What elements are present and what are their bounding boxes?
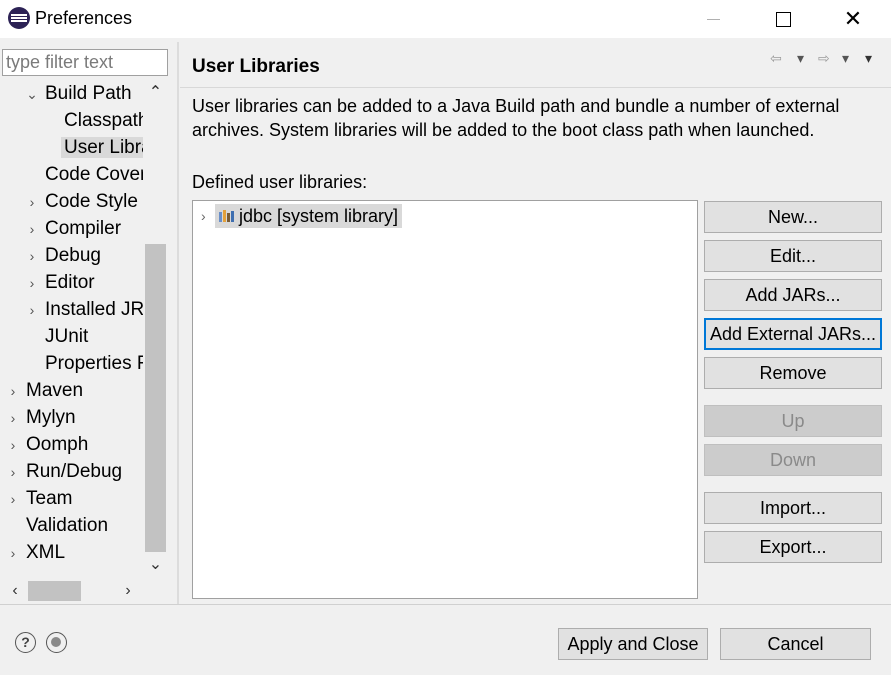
panel-divider[interactable] bbox=[177, 42, 179, 604]
tree-item-label: Classpath bbox=[64, 110, 143, 131]
tree-item-installed-jres[interactable]: › Installed JR bbox=[26, 297, 143, 323]
tree-item-label: Code Cover bbox=[45, 164, 143, 185]
tree-item-label: Run/Debug bbox=[26, 461, 123, 482]
scroll-thumb[interactable] bbox=[145, 244, 166, 552]
tree-item-label: Oomph bbox=[26, 434, 89, 455]
minimize-button[interactable] bbox=[690, 0, 736, 38]
title-bar: Preferences ✕ bbox=[0, 0, 891, 38]
chevron-down-icon[interactable]: ⌄ bbox=[26, 81, 38, 107]
chevron-right-icon[interactable]: › bbox=[26, 216, 38, 242]
cancel-button[interactable]: Cancel bbox=[720, 628, 871, 660]
tree-item-compiler[interactable]: › Compiler bbox=[26, 216, 121, 242]
tree-item-validation[interactable]: Validation bbox=[26, 513, 108, 539]
close-button[interactable]: ✕ bbox=[830, 0, 876, 38]
tree-item-label: Mylyn bbox=[26, 407, 76, 428]
tree-item-build-path[interactable]: ⌄ Build Path bbox=[26, 81, 132, 107]
record-icon[interactable] bbox=[46, 632, 67, 653]
tree-item-label: Installed JR bbox=[45, 299, 143, 320]
tree-item-oomph[interactable]: › Oomph bbox=[7, 432, 89, 458]
library-icon bbox=[219, 210, 234, 222]
tree-item-label: Properties F bbox=[45, 353, 143, 374]
tree-item-xml[interactable]: › XML bbox=[7, 540, 65, 566]
window-title: Preferences bbox=[35, 8, 133, 28]
library-label: jdbc [system library] bbox=[215, 204, 403, 228]
tree-item-junit[interactable]: JUnit bbox=[45, 324, 88, 350]
chevron-right-icon[interactable]: › bbox=[7, 432, 19, 458]
tree-item-label: Maven bbox=[26, 380, 84, 401]
remove-button[interactable]: Remove bbox=[704, 357, 882, 389]
chevron-right-icon[interactable]: › bbox=[26, 297, 38, 323]
tree-item-team[interactable]: › Team bbox=[7, 486, 73, 512]
footer-divider bbox=[0, 604, 891, 605]
chevron-right-icon[interactable]: › bbox=[7, 540, 19, 566]
maximize-button[interactable] bbox=[760, 0, 806, 38]
filter-input[interactable] bbox=[2, 49, 168, 76]
up-button[interactable]: Up bbox=[704, 405, 882, 437]
page-title: User Libraries bbox=[192, 56, 320, 77]
tree-item-maven[interactable]: › Maven bbox=[7, 378, 83, 404]
scroll-down-icon[interactable]: ⌄ bbox=[143, 552, 168, 578]
chevron-right-icon[interactable]: › bbox=[7, 378, 19, 404]
preference-tree: ⌄ Build Path Classpath User Libra Code C… bbox=[0, 80, 143, 578]
tree-item-properties-files[interactable]: Properties F bbox=[45, 351, 143, 377]
import-button[interactable]: Import... bbox=[704, 492, 882, 524]
tree-item-run-debug[interactable]: › Run/Debug bbox=[7, 459, 122, 485]
back-arrow-icon[interactable]: ⇦ bbox=[770, 50, 782, 67]
close-icon: ✕ bbox=[843, 6, 863, 31]
tree-item-user-libraries[interactable]: User Libra bbox=[61, 135, 143, 161]
scroll-left-icon[interactable]: ‹ bbox=[2, 578, 28, 604]
tree-item-label: Build Path bbox=[45, 83, 132, 104]
chevron-right-icon[interactable]: › bbox=[7, 405, 19, 431]
minimize-icon bbox=[706, 18, 720, 20]
tree-item-label: Editor bbox=[45, 272, 95, 293]
tree-item-mylyn[interactable]: › Mylyn bbox=[7, 405, 76, 431]
view-menu-icon[interactable]: ▾ bbox=[865, 50, 872, 67]
scroll-right-icon[interactable]: › bbox=[115, 578, 141, 604]
back-menu-icon[interactable]: ▾ bbox=[797, 50, 804, 67]
chevron-right-icon[interactable]: › bbox=[201, 203, 206, 229]
scroll-thumb[interactable] bbox=[28, 581, 81, 601]
tree-item-label: XML bbox=[26, 542, 66, 563]
page-description: User libraries can be added to a Java Bu… bbox=[192, 96, 840, 140]
tree-item-label: JUnit bbox=[45, 326, 89, 347]
tree-item-label: Validation bbox=[26, 515, 109, 536]
add-jars-button[interactable]: Add JARs... bbox=[704, 279, 882, 311]
tree-item-classpath[interactable]: Classpath bbox=[64, 108, 143, 134]
maximize-icon bbox=[775, 11, 791, 27]
tree-item-debug[interactable]: › Debug bbox=[26, 243, 101, 269]
apply-and-close-button[interactable]: Apply and Close bbox=[558, 628, 708, 660]
eclipse-logo-icon bbox=[8, 7, 30, 29]
tree-item-label: Team bbox=[26, 488, 73, 509]
chevron-right-icon[interactable]: › bbox=[7, 486, 19, 512]
chevron-right-icon[interactable]: › bbox=[7, 459, 19, 485]
chevron-right-icon[interactable]: › bbox=[26, 270, 38, 296]
tree-horizontal-scrollbar[interactable]: ‹ › bbox=[0, 578, 168, 604]
libraries-label: Defined user libraries: bbox=[192, 172, 368, 192]
tree-item-label: Debug bbox=[45, 245, 101, 266]
tree-item-code-style[interactable]: › Code Style bbox=[26, 189, 138, 215]
tree-vertical-scrollbar[interactable]: ⌃ ⌄ bbox=[143, 80, 168, 578]
forward-arrow-icon[interactable]: ⇨ bbox=[818, 50, 830, 67]
tree-item-code-coverage[interactable]: Code Cover bbox=[45, 162, 143, 188]
tree-item-label: Compiler bbox=[45, 218, 122, 239]
export-button[interactable]: Export... bbox=[704, 531, 882, 563]
tree-item-label: Code Style bbox=[45, 191, 138, 212]
down-button[interactable]: Down bbox=[704, 444, 882, 476]
chevron-right-icon[interactable]: › bbox=[26, 243, 38, 269]
new-button[interactable]: New... bbox=[704, 201, 882, 233]
edit-button[interactable]: Edit... bbox=[704, 240, 882, 272]
user-libraries-list[interactable]: › jdbc [system library] bbox=[192, 200, 698, 599]
header-divider bbox=[180, 87, 891, 88]
tree-item-editor[interactable]: › Editor bbox=[26, 270, 95, 296]
scroll-up-icon[interactable]: ⌃ bbox=[143, 80, 168, 106]
tree-item-label: User Libra bbox=[61, 137, 143, 158]
forward-menu-icon[interactable]: ▾ bbox=[842, 50, 849, 67]
chevron-right-icon[interactable]: › bbox=[26, 189, 38, 215]
add-external-jars-button[interactable]: Add External JARs... bbox=[704, 318, 882, 350]
help-icon[interactable]: ? bbox=[15, 632, 36, 653]
